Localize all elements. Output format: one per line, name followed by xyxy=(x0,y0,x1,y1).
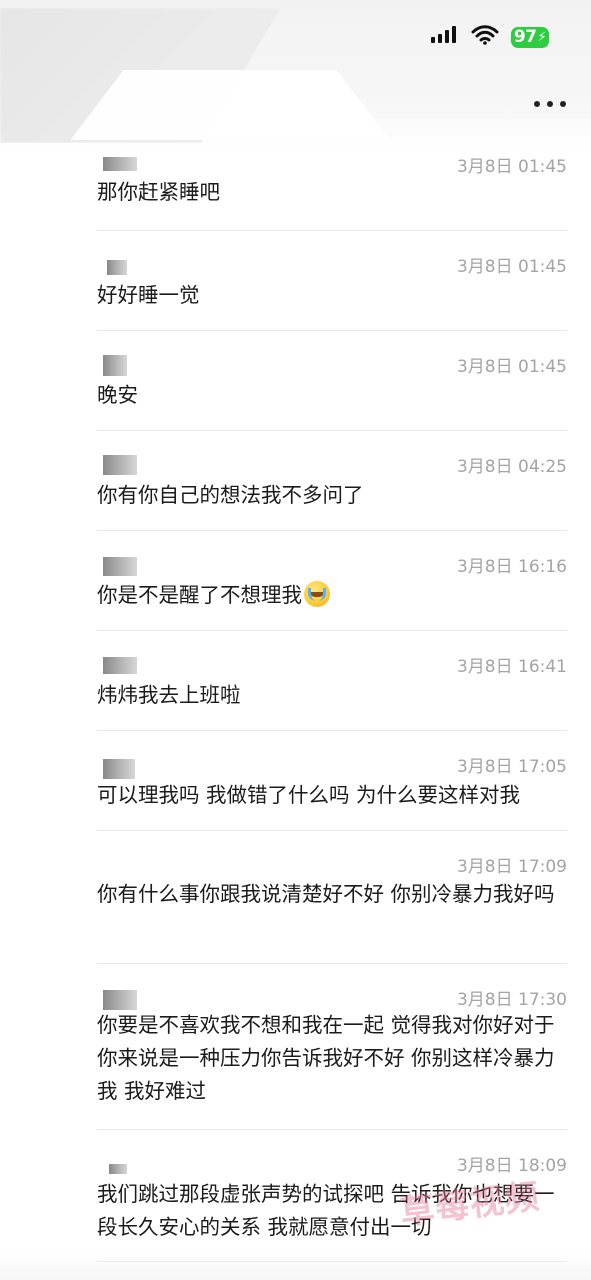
message-item[interactable]: 3月8日 17:05 可以理我吗 我做错了什么吗 为什么要这样对我 xyxy=(97,731,567,831)
signal-icon xyxy=(430,26,459,48)
message-text: 我们跳过那段虚张声势的试探吧 告诉我你也想要一段长久安心的关系 我就愿意付出一切 xyxy=(97,1182,555,1239)
message-time: 3月8日 04:25 xyxy=(456,457,567,477)
bottom-fade xyxy=(0,1252,591,1280)
message-time: 3月8日 16:16 xyxy=(456,557,567,577)
more-options-button[interactable] xyxy=(534,93,566,115)
message-item[interactable]: 3月8日 01:45 那你赶紧睡吧 xyxy=(97,145,567,231)
blurred-header-area xyxy=(0,0,591,150)
message-item[interactable]: 3月8日 18:09 我们跳过那段虚张声势的试探吧 告诉我你也想要一段长久安心的… xyxy=(97,1130,567,1262)
message-item[interactable]: 3月8日 16:16 你是不是醒了不想理我 xyxy=(97,531,567,631)
message-text: 你是不是醒了不想理我 xyxy=(97,579,567,612)
message-item[interactable]: 3月8日 01:45 好好睡一觉 xyxy=(97,231,567,331)
message-item[interactable]: 3月8日 16:41 炜炜我去上班啦 xyxy=(97,631,567,731)
message-text: 你要是不喜欢我不想和我在一起 觉得我对你好对于你来说是一种压力你告诉我好不好 你… xyxy=(97,1013,555,1103)
more-dot xyxy=(560,101,566,107)
message-item[interactable]: 3月8日 01:45 晚安 xyxy=(97,331,567,431)
battery-icon: 97 ⚡ xyxy=(511,26,549,48)
more-dot xyxy=(547,101,553,107)
avatar xyxy=(109,1164,127,1174)
avatar xyxy=(103,557,137,576)
screen: 97 ⚡ 3月8日 01:45 那你赶紧睡吧 3月8日 01:45 好好睡一觉 … xyxy=(0,0,591,1280)
status-bar: 97 ⚡ xyxy=(430,25,549,49)
message-time: 3月8日 01:45 xyxy=(456,357,567,377)
avatar xyxy=(107,260,127,275)
message-item[interactable]: 3月8日 17:09 你有什么事你跟我说清楚好不好 你别冷暴力我好吗 xyxy=(97,831,567,964)
message-time: 3月8日 16:41 xyxy=(456,657,567,677)
message-time: 3月8日 01:45 xyxy=(456,157,567,177)
message-time: 3月8日 17:09 xyxy=(456,857,567,877)
message-text: 那你赶紧睡吧 xyxy=(97,180,220,204)
crying-face-icon xyxy=(304,581,330,607)
avatar xyxy=(103,455,137,475)
message-item[interactable]: 3月8日 04:25 你有你自己的想法我不多问了 xyxy=(97,431,567,531)
message-text: 你有你自己的想法我不多问了 xyxy=(97,483,364,507)
message-item[interactable]: 3月8日 17:30 你要是不喜欢我不想和我在一起 觉得我对你好对于你来说是一种… xyxy=(97,964,567,1130)
avatar xyxy=(103,990,137,1010)
message-text-content: 你是不是醒了不想理我 xyxy=(97,583,302,607)
message-text: 可以理我吗 我做错了什么吗 为什么要这样对我 xyxy=(97,783,521,807)
battery-level: 97 xyxy=(513,27,537,47)
message-list: 3月8日 01:45 那你赶紧睡吧 3月8日 01:45 好好睡一觉 3月8日 … xyxy=(97,145,567,1262)
avatar xyxy=(103,657,137,674)
message-time: 3月8日 17:05 xyxy=(456,757,567,777)
message-time: 3月8日 17:30 xyxy=(456,990,567,1010)
avatar xyxy=(103,157,137,171)
avatar xyxy=(103,759,135,779)
more-dot xyxy=(534,101,540,107)
message-time: 3月8日 01:45 xyxy=(456,257,567,277)
avatar xyxy=(103,355,127,376)
message-text: 炜炜我去上班啦 xyxy=(97,683,241,707)
message-time: 3月8日 18:09 xyxy=(456,1156,567,1176)
message-text: 你有什么事你跟我说清楚好不好 你别冷暴力我好吗 xyxy=(97,882,555,906)
message-text: 晚安 xyxy=(97,383,138,407)
charging-bolt-icon: ⚡ xyxy=(537,29,547,45)
wifi-icon xyxy=(471,25,499,49)
message-text: 好好睡一觉 xyxy=(97,283,200,307)
